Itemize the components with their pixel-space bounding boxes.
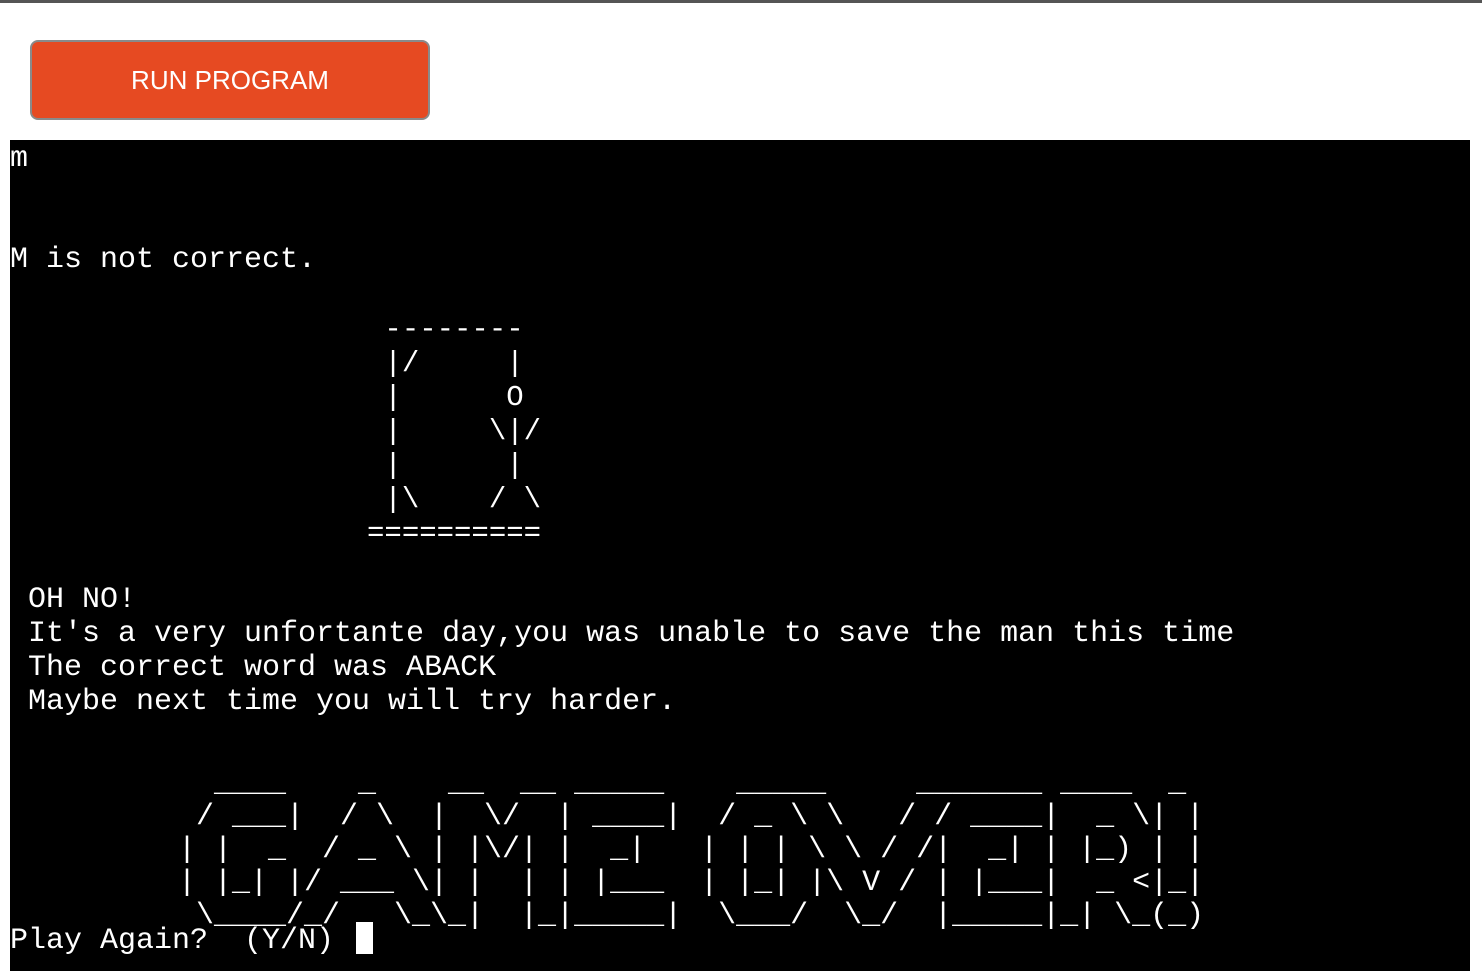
terminal-output[interactable]: m M is not correct. -------- |/ | | O | …	[10, 140, 1470, 971]
top-divider	[0, 0, 1482, 3]
echoed-input: m	[10, 142, 29, 176]
play-again-line: Play Again? (Y/N)	[10, 922, 374, 958]
hangman-ascii-art: -------- |/ | | O | \|/ | | |\ / \ =====…	[367, 313, 542, 550]
game-over-message-title: OH NO!	[28, 583, 137, 617]
text-cursor[interactable]	[356, 922, 374, 954]
encouragement-line: Maybe next time you will try harder.	[28, 685, 677, 719]
run-program-button[interactable]: RUN PROGRAM	[30, 40, 430, 120]
correct-word-line: The correct word was ABACK	[28, 651, 497, 685]
game-over-ascii-banner: ____ _ __ __ _____ _____ _______ ____ _ …	[178, 767, 1205, 933]
play-again-prompt: Play Again? (Y/N)	[10, 924, 353, 958]
game-over-message-body: It's a very unfortante day,you was unabl…	[28, 617, 1235, 651]
guess-feedback: M is not correct.	[10, 243, 317, 277]
